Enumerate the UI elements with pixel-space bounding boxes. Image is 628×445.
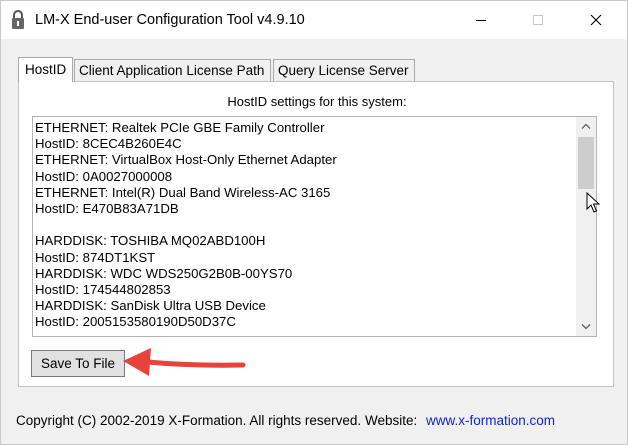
mouse-cursor-icon: [586, 192, 600, 213]
tab-query-license-server[interactable]: Query License Server: [273, 59, 415, 81]
copyright-text: Copyright (C) 2002-2019 X-Formation. All…: [16, 413, 362, 428]
list-line: HARDDISK: TOSHIBA MQ02ABD100H: [35, 233, 266, 249]
panel-heading: HostID settings for this system:: [227, 94, 407, 109]
title-bar[interactable]: LM-X End-user Configuration Tool v4.9.10: [1, 1, 627, 39]
list-line: HostID: E470B83A71DB: [35, 200, 179, 216]
list-line: HARDDISK: WDC WDS250G2B0B-00YS70: [35, 265, 293, 281]
window-title: LM-X End-user Configuration Tool v4.9.10: [35, 12, 305, 28]
minimize-button[interactable]: [458, 1, 504, 39]
list-line: HARDDISK: SanDisk Ultra USB Device: [35, 298, 266, 314]
list-line: HostID: 874DT1KST: [35, 249, 156, 265]
padlock-icon: [12, 10, 24, 29]
minimize-icon: [476, 20, 486, 21]
red-arrow-annotation: [123, 348, 246, 376]
tab-client-application-license-path[interactable]: Client Application License Path: [74, 59, 271, 81]
save-to-file-button[interactable]: Save To File: [31, 350, 125, 377]
list-line: ETHERNET: Realtek PCIe GBE Family Contro…: [35, 120, 325, 135]
website-label: Website:: [365, 413, 418, 428]
tab-hostid[interactable]: HostID: [18, 57, 73, 82]
list-line: HostID: 174544802853: [35, 281, 171, 297]
scroll-down-button[interactable]: [576, 318, 596, 336]
maximize-button[interactable]: [515, 1, 561, 39]
vertical-scrollbar[interactable]: [576, 117, 596, 336]
list-line: HostID: 2005153580190D50D37C: [35, 314, 236, 330]
list-line: [35, 217, 573, 233]
chevron-up-icon: [581, 123, 591, 129]
close-icon: [590, 14, 602, 26]
chevron-down-icon: [581, 324, 591, 330]
list-line: HostID: 0A0027000008: [35, 168, 173, 184]
website-link[interactable]: www.x-formation.com: [426, 413, 555, 428]
list-line: ETHERNET: Intel(R) Dual Band Wireless-AC…: [35, 184, 331, 200]
scrollbar-thumb[interactable]: [578, 137, 594, 189]
list-line: HostID: 8CEC4B260E4C: [35, 136, 182, 152]
hostid-listbox[interactable]: ETHERNET: Realtek PCIe GBE Family Contro…: [32, 116, 597, 337]
hostid-lines: ETHERNET: Realtek PCIe GBE Family Contro…: [35, 120, 573, 330]
scroll-up-button[interactable]: [576, 117, 596, 135]
hostid-panel: HostID settings for this system: ETHERNE…: [18, 81, 614, 387]
config-tool-window: LM-X End-user Configuration Tool v4.9.10…: [0, 0, 628, 445]
maximize-icon: [533, 15, 543, 25]
list-line: ETHERNET: VirtualBox Host-Only Ethernet …: [35, 152, 337, 168]
close-button[interactable]: [573, 1, 619, 39]
